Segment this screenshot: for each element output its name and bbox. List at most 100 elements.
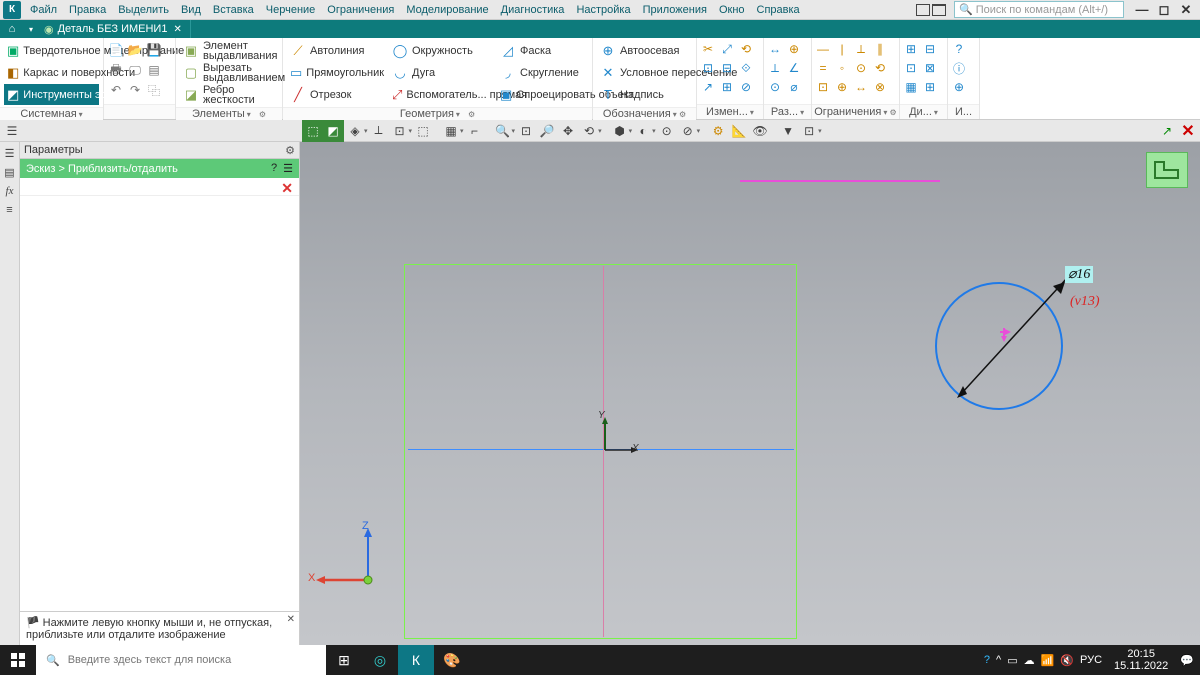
tray-volume[interactable]: 🔇 <box>1060 654 1074 667</box>
mode-solid[interactable]: ▣Твердотельное моделирование <box>4 40 99 61</box>
con-9[interactable]: ⊡ <box>814 78 832 96</box>
btn-autoline[interactable]: ⟋Автолиния <box>287 40 385 61</box>
minimize-button[interactable]: — <box>1132 2 1152 17</box>
vt-snap[interactable]: ⌐ <box>465 121 485 141</box>
dim-6[interactable]: ⌀ <box>785 78 803 96</box>
menu-window[interactable]: Окно <box>713 2 751 18</box>
diag-4[interactable]: ⊠ <box>921 59 939 77</box>
command-search[interactable]: 🔍Поиск по командам (Alt+/) <box>954 1 1124 18</box>
dim-5[interactable]: ⊙ <box>766 78 784 96</box>
ls-list[interactable]: ≡ <box>2 202 18 218</box>
layout-icon-2[interactable] <box>932 4 946 16</box>
tree-icon[interactable]: ☰ <box>2 121 22 141</box>
edit-7[interactable]: ↗ <box>699 78 717 96</box>
qa-preview[interactable]: 🖵 <box>126 61 144 79</box>
tray-cloud[interactable]: ☁ <box>1024 654 1035 667</box>
con-4[interactable]: ∥ <box>871 40 889 58</box>
tab-expand[interactable]: ▾ <box>24 20 38 38</box>
con-7[interactable]: ⊙ <box>852 59 870 77</box>
vt-eraser[interactable]: ◈ <box>345 121 365 141</box>
diag-2[interactable]: ⊟ <box>921 40 939 58</box>
panel-gear-icon[interactable]: ⚙ <box>285 144 295 157</box>
btn-project[interactable]: ▣Спроецировать объект <box>497 84 593 105</box>
con-11[interactable]: ↔ <box>852 78 870 96</box>
vt-zoomfit[interactable]: 🔍 <box>493 121 513 141</box>
vt-grid[interactable]: ▦ <box>441 121 461 141</box>
vt-rotate[interactable]: ⟲ <box>579 121 599 141</box>
diag-6[interactable]: ⊞ <box>921 78 939 96</box>
misc-1[interactable]: ? <box>950 40 968 58</box>
vt-pan[interactable]: ✥ <box>558 121 578 141</box>
vt-cancel[interactable]: ✕ <box>1178 121 1198 141</box>
menu-drawing[interactable]: Черчение <box>260 2 322 18</box>
ls-fx[interactable]: fx <box>2 183 18 199</box>
btn-aux-line[interactable]: ⤢Вспомогатель... прямая <box>389 84 493 105</box>
tray-lang[interactable]: РУС <box>1080 654 1102 666</box>
con-8[interactable]: ⟲ <box>871 59 889 77</box>
sketch-mode-button[interactable] <box>1146 152 1188 188</box>
menu-modeling[interactable]: Моделирование <box>400 2 494 18</box>
qa-open[interactable]: 📂 <box>126 41 144 59</box>
taskbar-kompas[interactable]: К <box>398 645 434 675</box>
con-5[interactable]: = <box>814 59 832 77</box>
edit-2[interactable]: ⤢ <box>718 40 736 58</box>
btn-circle[interactable]: ◯Окружность <box>389 40 493 61</box>
edit-6[interactable]: ⟐ <box>737 59 755 77</box>
misc-2[interactable]: ⓘ <box>950 59 968 77</box>
qa-undo[interactable]: ↶ <box>107 81 125 99</box>
vt-sections[interactable]: ⊘ <box>678 121 698 141</box>
con-6[interactable]: ◦ <box>833 59 851 77</box>
panel-menu-icon[interactable]: ☰ <box>283 162 293 175</box>
edit-3[interactable]: ⟲ <box>737 40 755 58</box>
menu-file[interactable]: Файл <box>24 2 63 18</box>
vt-shaded[interactable]: ◐ <box>633 121 653 141</box>
taskbar-edge[interactable]: ◎ <box>362 645 398 675</box>
btn-cut-extrude[interactable]: ▢Вырезатьвыдавливанием <box>180 62 288 83</box>
dimension-value[interactable]: ⌀16 <box>1065 266 1093 283</box>
con-12[interactable]: ⊗ <box>871 78 889 96</box>
layout-icon-1[interactable] <box>916 4 930 16</box>
menu-view[interactable]: Вид <box>175 2 207 18</box>
dim-2[interactable]: ⊕ <box>785 40 803 58</box>
vt-show[interactable]: 👁 <box>750 121 770 141</box>
dim-3[interactable]: ⟂ <box>766 59 784 77</box>
vt-zoomin[interactable]: 🔎 <box>537 121 557 141</box>
con-3[interactable]: ⟂ <box>852 40 870 58</box>
misc-3[interactable]: ⊕ <box>950 78 968 96</box>
vt-proj[interactable]: ⊡ <box>390 121 410 141</box>
menu-constraints[interactable]: Ограничения <box>321 2 400 18</box>
vt-dim[interactable]: 📐 <box>729 121 749 141</box>
taskbar-paint[interactable]: 🎨 <box>434 645 470 675</box>
diag-5[interactable]: ▦ <box>902 78 920 96</box>
mode-sketch[interactable]: ◩Инструменты эскиза <box>4 84 99 105</box>
vt-ortho[interactable]: ⬚ <box>413 121 433 141</box>
edit-1[interactable]: ✂ <box>699 40 717 58</box>
menu-select[interactable]: Выделить <box>112 2 175 18</box>
con-10[interactable]: ⊕ <box>833 78 851 96</box>
viewport[interactable]: Y X ⌀16 (v13) Z X <box>300 142 1200 645</box>
edit-5[interactable]: ⊟ <box>718 59 736 77</box>
edit-9[interactable]: ⊘ <box>737 78 755 96</box>
dim-1[interactable]: ↔ <box>766 40 784 58</box>
panel-close-icon[interactable]: ✕ <box>281 180 293 193</box>
vt-persp[interactable]: ⊙ <box>657 121 677 141</box>
home-tab[interactable]: ⌂ <box>0 20 24 38</box>
document-tab[interactable]: ◉ Деталь БЕЗ ИМЕНИ1 ✕ <box>38 20 191 38</box>
tray-battery[interactable]: ▭ <box>1007 654 1017 667</box>
tray-notifications[interactable]: 💬 <box>1180 654 1194 667</box>
tray-clock[interactable]: 20:15 15.11.2022 <box>1108 648 1174 672</box>
start-button[interactable] <box>0 645 36 675</box>
btn-fillet[interactable]: ◞Скругление <box>497 62 593 83</box>
hint-close-icon[interactable]: ✕ <box>287 614 295 625</box>
menu-settings[interactable]: Настройка <box>570 2 636 18</box>
vt-accept[interactable]: ↗ <box>1157 121 1177 141</box>
menu-insert[interactable]: Вставка <box>207 2 260 18</box>
qa-props[interactable]: ▤ <box>145 61 163 79</box>
mode-surface[interactable]: ◧Каркас и поверхности <box>4 62 99 83</box>
qa-redo[interactable]: ↷ <box>126 81 144 99</box>
dim-4[interactable]: ∠ <box>785 59 803 77</box>
diag-3[interactable]: ⊡ <box>902 59 920 77</box>
btn-arc[interactable]: ◡Дуга <box>389 62 493 83</box>
btn-segment[interactable]: ╱Отрезок <box>287 84 385 105</box>
vt-select[interactable]: ⊡ <box>799 121 819 141</box>
